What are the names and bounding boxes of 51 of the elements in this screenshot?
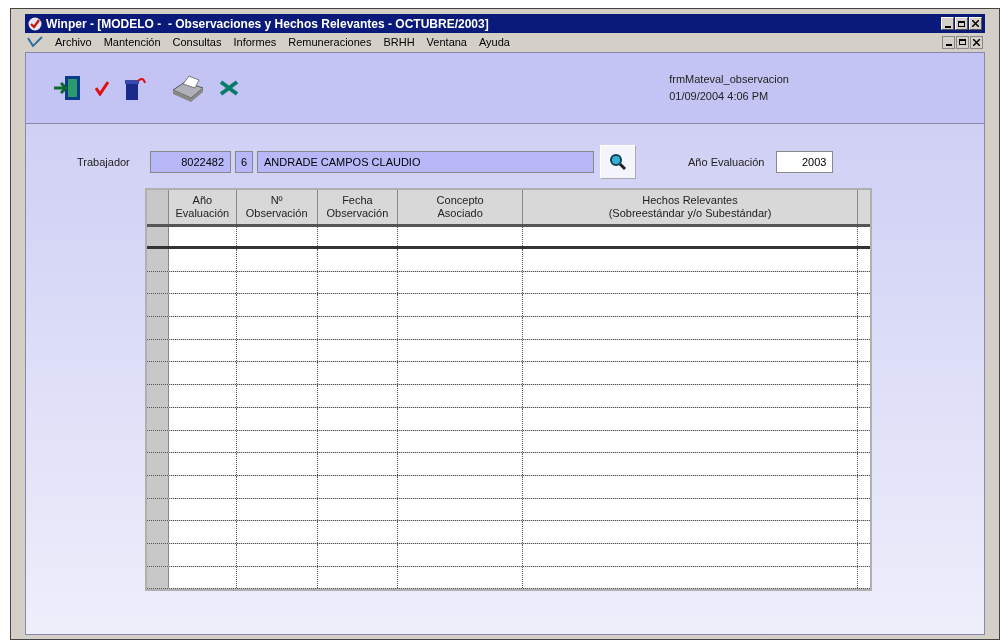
excel-x-icon[interactable] bbox=[219, 80, 239, 96]
column-header[interactable]: Fecha Observación bbox=[317, 190, 399, 224]
search-button[interactable] bbox=[600, 145, 636, 179]
check-icon bbox=[28, 16, 42, 31]
app-icon bbox=[27, 36, 43, 48]
table-cell bbox=[858, 227, 870, 246]
table-cell bbox=[858, 407, 870, 430]
menu-item[interactable]: Ventana bbox=[426, 33, 467, 51]
check-digit-field[interactable]: 6 bbox=[235, 151, 253, 173]
column-header[interactable]: Nº Observación bbox=[236, 190, 318, 224]
column-header[interactable]: Año Evaluación bbox=[168, 190, 237, 224]
table-cell bbox=[858, 498, 870, 521]
field-label: Trabajador bbox=[77, 154, 131, 170]
table-cell bbox=[858, 317, 870, 339]
worker-name-field[interactable]: ANDRADE CAMPOS CLAUDIO bbox=[257, 151, 594, 173]
close-icon[interactable] bbox=[970, 35, 983, 49]
menu-item[interactable]: Consultas bbox=[172, 33, 222, 51]
table-cell bbox=[858, 271, 870, 294]
trash-bin-icon[interactable] bbox=[123, 75, 147, 101]
table-cell bbox=[858, 543, 870, 566]
column-header bbox=[858, 190, 870, 224]
minimize-icon[interactable] bbox=[942, 35, 955, 49]
table-cell bbox=[858, 294, 870, 317]
printer-icon[interactable] bbox=[171, 74, 205, 102]
menu-item[interactable]: Archivo bbox=[55, 33, 92, 51]
menu-item[interactable]: Informes bbox=[233, 33, 277, 51]
menu-item[interactable]: BRHH bbox=[383, 33, 415, 51]
timestamp: 01/09/2004 4:06 PM bbox=[669, 89, 770, 104]
worker-code-field[interactable]: 8022482 bbox=[150, 151, 231, 173]
column-header[interactable]: Concepto Asociado bbox=[398, 190, 523, 224]
table-cell bbox=[858, 385, 870, 407]
table-cell bbox=[858, 430, 870, 453]
form-name: frmMateval_observacion bbox=[669, 72, 789, 87]
window-title: Winper - [MODELO - - Observaciones y Hechos Relevantes - OCTUBRE/2003] bbox=[46, 15, 489, 33]
menu-item[interactable]: Remuneraciones bbox=[288, 33, 372, 51]
table-cell bbox=[858, 339, 870, 362]
column-header[interactable]: Hechos Relevantes (Sobreestándar y/o Subestándar) bbox=[522, 190, 859, 224]
search-icon bbox=[609, 153, 627, 171]
field-label: Año Evaluación bbox=[688, 154, 765, 170]
table-cell bbox=[858, 453, 870, 475]
table-cell bbox=[858, 475, 870, 498]
menu-item[interactable]: Ayuda bbox=[479, 33, 510, 51]
table-cell bbox=[858, 566, 870, 589]
table-cell bbox=[858, 521, 870, 543]
table-cell bbox=[858, 249, 870, 271]
restore-icon[interactable] bbox=[956, 35, 969, 49]
exit-door-icon[interactable] bbox=[53, 75, 81, 101]
menu-item[interactable]: Mantención bbox=[103, 33, 161, 51]
checkmark-icon[interactable] bbox=[95, 80, 109, 96]
table-cell bbox=[858, 362, 870, 385]
evaluation-year-field[interactable]: 2003 bbox=[776, 151, 834, 173]
